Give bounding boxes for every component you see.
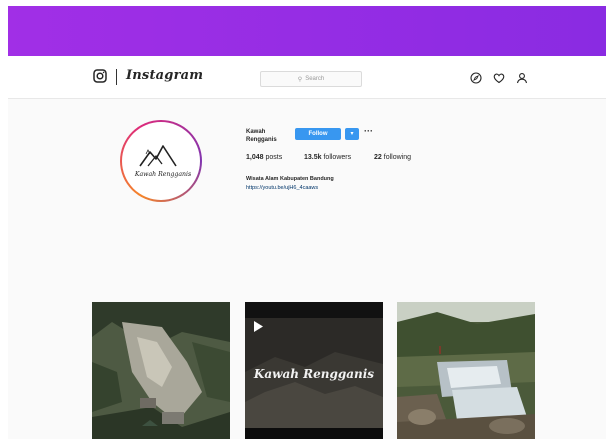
post-1-image [92,302,230,439]
heart-icon[interactable] [493,72,505,84]
post-thumbnail[interactable] [397,302,535,439]
following-stat[interactable]: 22 following [374,154,411,161]
following-count: 22 [374,154,382,161]
user-icon[interactable] [516,72,528,84]
posts-label: posts [265,154,283,161]
screenshot-frame: Instagram ⚲ Search Kawah Rengganis Kawah… [0,0,614,439]
post-2-image: Kawah Rengganis [245,302,383,439]
suggestions-dropdown-button[interactable]: ▾ [345,128,359,140]
post-3-image [397,302,535,439]
more-options-button[interactable]: ··· [364,126,373,136]
avatar-inner: Kawah Rengganis [122,122,200,200]
post-thumbnail-video[interactable]: Kawah Rengganis [245,302,383,439]
instagram-page: Instagram ⚲ Search Kawah Rengganis Kawah… [8,58,606,439]
purple-banner [8,6,606,56]
search-placeholder: Search [305,76,325,82]
instagram-wordmark[interactable]: Instagram [126,68,203,83]
profile-link[interactable]: https://youtu.be/ujH6_4caaws [246,185,318,191]
follow-button[interactable]: Follow [295,128,341,140]
top-navigation-bar: Instagram ⚲ Search [8,58,606,99]
posts-count: 1,048 [246,154,264,161]
post-thumbnail[interactable] [92,302,230,439]
profile-avatar[interactable]: Kawah Rengganis [120,120,202,202]
search-icon: ⚲ [297,76,303,83]
instagram-camera-icon[interactable] [93,69,107,83]
followers-label: followers [323,154,352,161]
kawah-rengganis-logo: Kawah Rengganis [127,127,199,199]
logo-text: Kawah Rengganis [134,171,191,178]
profile-username: Kawah Rengganis [246,129,277,143]
followers-count: 13.5k [304,154,322,161]
following-label: following [383,154,411,161]
logo-divider [116,69,117,85]
posts-stat: 1,048 posts [246,154,282,161]
search-input[interactable]: ⚲ Search [260,71,362,87]
compass-icon[interactable] [470,72,482,84]
video-overlay-text: Kawah Rengganis [253,367,374,381]
followers-stat[interactable]: 13.5k followers [304,154,351,161]
profile-bio: Wisata Alam Kabupaten Bandung [246,176,334,182]
